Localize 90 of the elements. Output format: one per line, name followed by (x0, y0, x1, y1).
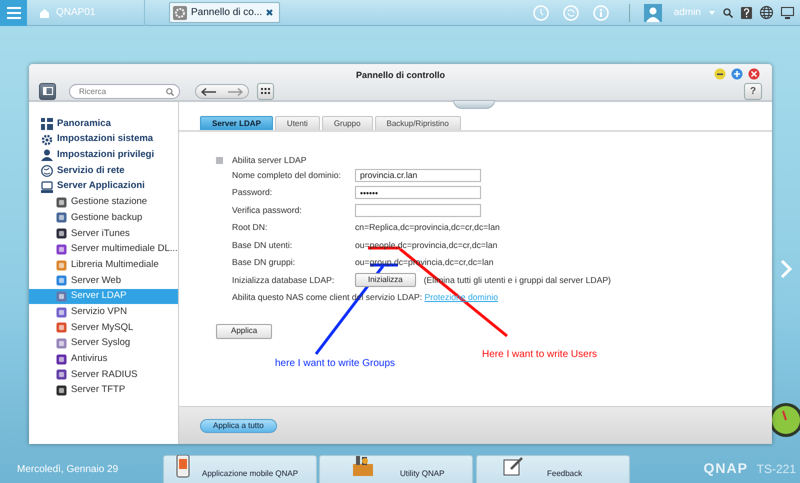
back-arrow-icon[interactable] (201, 88, 216, 96)
initialize-button[interactable]: Inizializza (355, 273, 416, 288)
sidebar-item[interactable]: Server Web (29, 272, 178, 289)
toolbox-icon (352, 455, 374, 479)
field-label: Base DN gruppi: (232, 258, 296, 268)
date-label: Mercoledì, Gennaio 29 (17, 463, 118, 477)
input-field[interactable]: provincia.cr.lan (355, 168, 481, 182)
model-label: TS-221 (756, 461, 796, 478)
app-icon (56, 369, 67, 380)
help-button[interactable]: ? (744, 83, 762, 100)
app-icon (56, 290, 67, 302)
grid-icon (261, 88, 270, 94)
sidebar-item[interactable]: Server iTunes (29, 226, 178, 242)
brand-logo: QNAP (704, 459, 748, 478)
app-icon (56, 275, 67, 286)
taskbar-app[interactable]: Applicazione mobile QNAP (163, 455, 317, 483)
field-label: Base DN utenti: (232, 240, 294, 250)
app-icon (56, 228, 67, 240)
menu-icon (6, 6, 20, 18)
search-field[interactable]: Ricerca (69, 84, 180, 99)
annotation-text: Here I want to write Users (482, 348, 598, 362)
sidebar-item[interactable]: Servizio VPN (29, 304, 178, 320)
sidebar-item[interactable]: Libreria Multimediale (29, 257, 178, 273)
sidebar-item[interactable]: Server MySQL (29, 320, 178, 336)
monitor-icon[interactable] (781, 6, 794, 18)
gear-icon (173, 6, 187, 20)
search-icon (166, 88, 174, 96)
sidebar-item[interactable]: Gestione stazione (29, 194, 178, 210)
sidebar-toggle-button[interactable] (39, 83, 56, 100)
globe-icon[interactable] (760, 6, 773, 19)
grid-icon (41, 118, 53, 130)
taskbar-app[interactable]: Feedback (476, 455, 630, 483)
panel-icon (42, 86, 52, 95)
avatar-icon[interactable] (644, 4, 662, 22)
field-label: Verifica password: (232, 206, 303, 215)
close-icon[interactable] (748, 68, 760, 80)
app-icon (56, 260, 67, 271)
input-field[interactable]: •••••• (355, 186, 481, 200)
field-value: cn=Replica,dc=provincia,dc=cr,dc=lan (355, 223, 500, 232)
app-icon (56, 385, 67, 396)
input-field[interactable] (355, 204, 481, 217)
help-icon[interactable] (741, 6, 752, 18)
person-icon (41, 149, 53, 162)
sidebar-item[interactable]: Server TFTP (29, 382, 178, 398)
field-label: Nome completo del dominio: (232, 170, 342, 180)
field-value: ou=people,dc=provincia,dc=cr,dc=lan (355, 240, 498, 250)
sidebar-item[interactable]: Server multimediale DL... (29, 242, 178, 258)
maximize-icon[interactable] (731, 68, 743, 80)
sidebar-item[interactable]: Antivirus (29, 351, 178, 367)
app-icon (56, 196, 67, 208)
app-tab[interactable]: Pannello di co... (169, 2, 280, 23)
sidebar-item[interactable]: Gestione backup (29, 210, 178, 226)
field-label: Inizializza database LDAP: (232, 276, 336, 285)
sidebar-item[interactable]: Impostazioni sistema (29, 132, 178, 148)
taskbar-app[interactable]: Utility QNAP (319, 455, 473, 483)
close-icon[interactable] (266, 9, 274, 16)
app-icon (56, 244, 67, 255)
window-title: Pannello di controllo (356, 69, 445, 82)
app-icon (56, 338, 67, 349)
apply-all-button[interactable]: Applica a tutto (200, 418, 277, 432)
search-icon[interactable] (723, 8, 733, 18)
forward-arrow-icon[interactable] (228, 88, 243, 96)
sidebar-item[interactable]: Impostazioni privilegi (29, 147, 178, 164)
checkbox[interactable] (216, 157, 223, 164)
field-label: Root DN: (232, 223, 268, 232)
globe-icon (41, 164, 53, 177)
minimize-icon[interactable] (714, 68, 726, 80)
collapse-handle[interactable] (453, 100, 495, 109)
sidebar-item[interactable]: Panoramica (29, 116, 178, 132)
menu-button[interactable] (0, 0, 27, 26)
tab[interactable]: Server LDAP (200, 116, 273, 130)
apps-grid-button[interactable] (257, 83, 274, 100)
annotation-text: here I want to write Groups (275, 357, 396, 371)
field-label: Password: (232, 188, 274, 198)
sidebar-item[interactable]: Server RADIUS (29, 367, 178, 383)
server-icon (41, 180, 53, 193)
tab[interactable]: Gruppo (322, 116, 373, 130)
app-icon (56, 354, 67, 365)
sidebar-item[interactable]: Servizio di rete (29, 163, 178, 179)
gear-icon (41, 134, 53, 146)
checkbox-label: Abilita server LDAP (232, 156, 307, 166)
tab[interactable]: Utenti (274, 116, 320, 130)
app-icon (56, 306, 67, 318)
navigation-buttons[interactable] (195, 84, 249, 99)
tab[interactable]: Backup/Ripristino (374, 116, 461, 130)
app-icon (56, 322, 67, 334)
sidebar-item[interactable]: Server Syslog (29, 336, 178, 352)
sidebar-item[interactable]: Server Applicazioni (29, 178, 178, 194)
app-icon (56, 212, 67, 224)
apply-button[interactable]: Applica (216, 324, 272, 338)
